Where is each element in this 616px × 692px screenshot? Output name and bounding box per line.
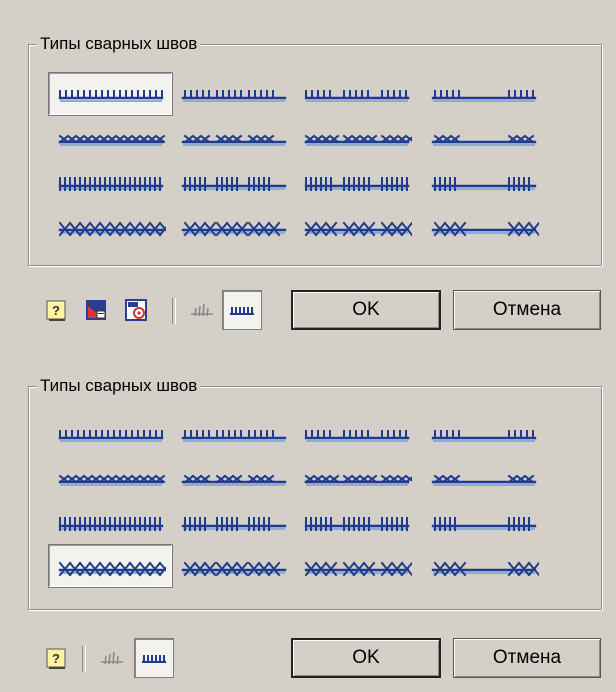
- weld-x-continuous-icon: [58, 221, 166, 237]
- weld-cross-continuous-icon: [58, 474, 165, 486]
- toolbar-separator: [82, 646, 86, 672]
- svg-text:?: ?: [52, 651, 60, 666]
- weld-type-grid: [48, 412, 548, 588]
- group-title: Типы сварных швов: [37, 376, 201, 396]
- weld-hash-intermittent-icon: [431, 177, 536, 191]
- weld-ticks-intermittent-icon: [431, 90, 536, 102]
- weld-ticks-staggered-option[interactable]: [295, 72, 419, 116]
- weld-hash-chain-icon: [181, 517, 287, 531]
- weld-x-chain-option[interactable]: [173, 204, 295, 248]
- weld-ticks-chain-icon: [181, 430, 287, 442]
- weld-hash-staggered-icon: [304, 517, 410, 531]
- weld-ticks-continuous-icon: [58, 90, 163, 102]
- weld-x-intermittent-option[interactable]: [419, 204, 548, 248]
- weld-cross-continuous-option[interactable]: [48, 456, 173, 500]
- weld-ticks-continuous-option[interactable]: [48, 72, 173, 116]
- weld-hash-continuous-option[interactable]: [48, 500, 173, 544]
- weld-cross-chain-icon: [181, 134, 287, 146]
- help-icon[interactable]: ?: [36, 638, 76, 678]
- weld-cross-intermittent-option[interactable]: [419, 456, 548, 500]
- ok-button[interactable]: OK: [291, 638, 441, 678]
- weld-ticks-continuous-option[interactable]: [48, 412, 173, 456]
- weld-mark-icon[interactable]: [182, 290, 222, 330]
- weld-type-grid: [48, 72, 548, 248]
- weld-cross-chain-option[interactable]: [173, 456, 295, 500]
- weld-cross-continuous-icon: [58, 134, 165, 146]
- drawing-sheet-icon[interactable]: [76, 290, 116, 330]
- weld-hash-staggered-icon: [304, 177, 410, 191]
- toolbar-separator: [172, 298, 176, 324]
- weld-cross-staggered-icon: [304, 474, 412, 486]
- weld-hash-continuous-option[interactable]: [48, 160, 173, 204]
- help-icon[interactable]: ?: [36, 290, 76, 330]
- weld-ticks-intermittent-option[interactable]: [419, 412, 548, 456]
- weld-ticks-staggered-icon: [304, 430, 410, 442]
- weld-hash-continuous-icon: [58, 177, 163, 191]
- weld-mark-icon[interactable]: [92, 638, 132, 678]
- continuous-weld-icon[interactable]: [222, 290, 262, 330]
- weld-cross-intermittent-icon: [431, 474, 536, 486]
- weld-type-dialogs: Типы сварных швов ? OK Отмена Типы сварн…: [0, 0, 616, 692]
- weld-hash-staggered-option[interactable]: [295, 160, 419, 204]
- weld-x-chain-icon: [181, 221, 287, 237]
- cancel-button[interactable]: Отмена: [453, 638, 601, 678]
- weld-cross-chain-option[interactable]: [173, 116, 295, 160]
- weld-x-staggered-icon: [304, 221, 412, 237]
- weld-cross-continuous-option[interactable]: [48, 116, 173, 160]
- gost-stamp-icon[interactable]: [116, 290, 156, 330]
- weld-ticks-chain-option[interactable]: [173, 72, 295, 116]
- weld-hash-intermittent-icon: [431, 517, 536, 531]
- weld-x-continuous-option[interactable]: [48, 544, 173, 588]
- weld-cross-staggered-option[interactable]: [295, 456, 419, 500]
- weld-cross-staggered-icon: [304, 134, 412, 146]
- svg-text:?: ?: [52, 303, 60, 318]
- weld-hash-chain-option[interactable]: [173, 160, 295, 204]
- weld-cross-intermittent-icon: [431, 134, 536, 146]
- weld-hash-continuous-icon: [58, 517, 163, 531]
- group-title: Типы сварных швов: [37, 34, 201, 54]
- weld-x-continuous-icon: [58, 561, 166, 577]
- weld-hash-intermittent-option[interactable]: [419, 160, 548, 204]
- weld-cross-staggered-option[interactable]: [295, 116, 419, 160]
- weld-ticks-staggered-option[interactable]: [295, 412, 419, 456]
- weld-cross-chain-icon: [181, 474, 287, 486]
- weld-hash-staggered-option[interactable]: [295, 500, 419, 544]
- weld-x-intermittent-icon: [431, 561, 539, 577]
- weld-ticks-chain-option[interactable]: [173, 412, 295, 456]
- weld-ticks-continuous-icon: [58, 430, 163, 442]
- weld-hash-chain-option[interactable]: [173, 500, 295, 544]
- weld-x-continuous-option[interactable]: [48, 204, 173, 248]
- weld-hash-chain-icon: [181, 177, 287, 191]
- ok-button[interactable]: OK: [291, 290, 441, 330]
- weld-ticks-staggered-icon: [304, 90, 410, 102]
- weld-x-staggered-icon: [304, 561, 412, 577]
- weld-x-chain-icon: [181, 561, 287, 577]
- cancel-button[interactable]: Отмена: [453, 290, 601, 330]
- weld-ticks-intermittent-option[interactable]: [419, 72, 548, 116]
- weld-x-staggered-option[interactable]: [295, 204, 419, 248]
- weld-x-intermittent-option[interactable]: [419, 544, 548, 588]
- weld-cross-intermittent-option[interactable]: [419, 116, 548, 160]
- weld-hash-intermittent-option[interactable]: [419, 500, 548, 544]
- weld-x-intermittent-icon: [431, 221, 539, 237]
- continuous-weld-icon[interactable]: [134, 638, 174, 678]
- weld-ticks-chain-icon: [181, 90, 287, 102]
- weld-x-chain-option[interactable]: [173, 544, 295, 588]
- weld-ticks-intermittent-icon: [431, 430, 536, 442]
- weld-x-staggered-option[interactable]: [295, 544, 419, 588]
